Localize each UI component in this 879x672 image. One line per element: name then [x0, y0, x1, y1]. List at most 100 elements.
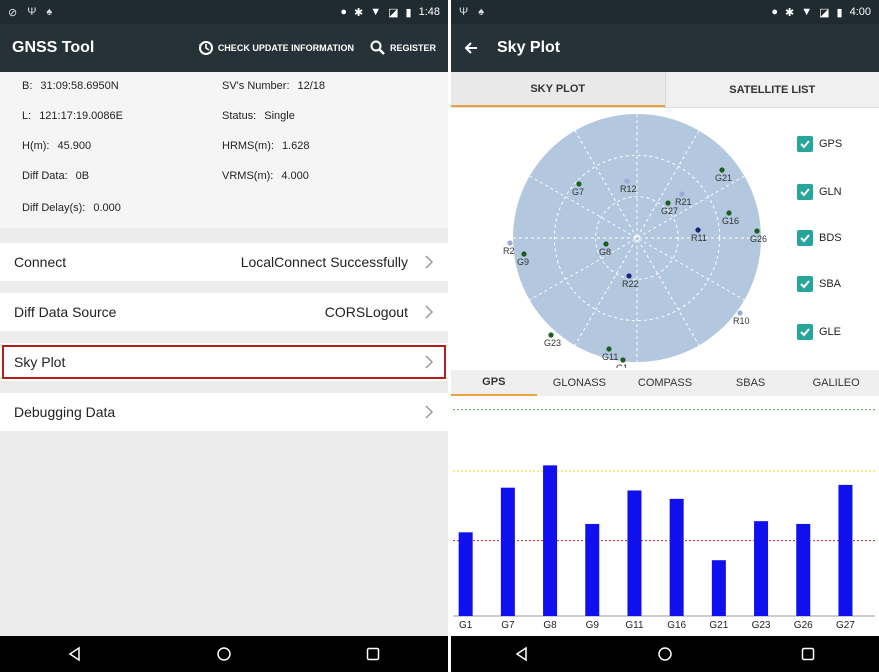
- bar-G11[interactable]: [627, 490, 642, 616]
- tab-sky-plot[interactable]: SKY PLOT: [451, 72, 665, 107]
- status-bar: Ψ ♠ ● ✱ ▼ ◪ ▮ 4:00: [451, 0, 879, 24]
- diff-delay: Diff Delay(s): 0.000: [22, 202, 121, 214]
- register-button[interactable]: REGISTER: [370, 40, 436, 56]
- satellite-marker-G9[interactable]: [521, 251, 527, 257]
- menu-item-sky-plot[interactable]: Sky Plot: [0, 343, 448, 381]
- bar-G8[interactable]: [543, 465, 558, 616]
- satellite-label-R22: R22: [622, 279, 639, 289]
- satellite-marker-R11[interactable]: [695, 227, 701, 233]
- wifi-icon: ▼: [370, 6, 382, 18]
- legend-sba[interactable]: SBA: [797, 276, 841, 292]
- satellite-label-G11: G11: [602, 352, 618, 362]
- tab-compass[interactable]: COMPASS: [622, 370, 708, 396]
- search-icon: [370, 40, 385, 55]
- satellite-label-G8: G8: [599, 247, 611, 257]
- checkbox-checked-icon: [797, 184, 813, 200]
- legend-gln[interactable]: GLN: [797, 184, 842, 200]
- legend-gps[interactable]: GPS: [797, 136, 842, 152]
- satellite-label-R2: R2: [503, 246, 515, 256]
- satellite-marker-G21[interactable]: [719, 167, 725, 173]
- hrms: HRMS(m): 1.628: [222, 140, 310, 152]
- notification-icon: ⊘: [8, 6, 18, 19]
- bar-G1[interactable]: [458, 532, 473, 616]
- chevron-right-icon: [425, 305, 434, 319]
- nav-bar: [451, 636, 879, 672]
- tab-gps[interactable]: GPS: [451, 370, 537, 396]
- back-icon[interactable]: [67, 646, 83, 662]
- clock: 4:00: [849, 6, 871, 18]
- screen-title: Sky Plot: [497, 39, 561, 56]
- bar-G26[interactable]: [796, 523, 811, 616]
- satellite-marker-G11[interactable]: [606, 346, 612, 352]
- back-arrow-icon[interactable]: [463, 40, 479, 56]
- recents-icon[interactable]: [800, 646, 816, 662]
- sky-plot: G7 R12 G21 R21 G27 G16 R11 G26 R2 G8 G9 R22 R10 G23 G1…: [451, 108, 879, 373]
- location-icon: ●: [771, 6, 778, 18]
- satellite-marker-G1[interactable]: [620, 357, 626, 363]
- satellite-label-G9: G9: [517, 257, 529, 267]
- satellite-marker-G7[interactable]: [576, 181, 582, 187]
- back-icon[interactable]: [514, 646, 530, 662]
- satellite-marker-G27[interactable]: [665, 200, 671, 206]
- battery-icon: ▮: [405, 6, 412, 19]
- tab-galileo[interactable]: GALILEO: [793, 370, 879, 396]
- satellite-label-G23: G23: [544, 338, 561, 348]
- signal-icon: ◪: [819, 6, 830, 19]
- satellite-marker-R2[interactable]: [507, 240, 513, 246]
- satellite-label-R11: R11: [691, 233, 707, 243]
- home-icon[interactable]: [216, 646, 232, 662]
- location-icon: ●: [340, 6, 347, 18]
- gnss-tool-screen: ⊘ Ψ ♠ ● ✱ ▼ ◪ ▮ 1:48 GNSS Tool CHECK UPD…: [0, 0, 448, 672]
- legend-gle[interactable]: GLE: [797, 324, 841, 340]
- fix-status: Status: Single: [222, 110, 295, 122]
- snr-chart-area: G1 G7 G8 G9 G11 G16 G21 G23 G26 G27: [451, 396, 879, 636]
- bar-G27[interactable]: [838, 484, 853, 616]
- usb-icon: Ψ: [459, 6, 469, 18]
- wifi-icon: ▼: [801, 6, 813, 18]
- home-icon[interactable]: [657, 646, 673, 662]
- recents-icon[interactable]: [365, 646, 381, 662]
- satellite-label-R12: R12: [620, 184, 637, 194]
- menu-item-connect[interactable]: Connect LocalConnect Successfully: [0, 243, 448, 281]
- app-bar: Sky Plot: [451, 24, 879, 72]
- legend-bds[interactable]: BDS: [797, 230, 842, 246]
- nav-bar: [0, 636, 448, 672]
- tick-label-G16: G16: [667, 620, 686, 631]
- satellite-label-G26: G26: [750, 234, 767, 244]
- tab-glonass[interactable]: GLONASS: [537, 370, 623, 396]
- satellite-marker-G23[interactable]: [548, 332, 554, 338]
- system-tabs: GPS GLONASS COMPASS SBAS GALILEO: [451, 370, 879, 396]
- tab-satellite-list[interactable]: SATELLITE LIST: [664, 72, 879, 107]
- satellite-marker-G26[interactable]: [754, 228, 760, 234]
- tick-label-G7: G7: [501, 620, 515, 631]
- debug-icon: ♠: [46, 5, 53, 18]
- satellite-label-G21: G21: [715, 173, 732, 183]
- bar-G23[interactable]: [754, 521, 769, 616]
- menu-item-debugging-data[interactable]: Debugging Data: [0, 393, 448, 431]
- checkbox-checked-icon: [797, 136, 813, 152]
- tab-sbas[interactable]: SBAS: [708, 370, 794, 396]
- chevron-right-icon: [425, 255, 434, 269]
- menu-item-diff-data-source[interactable]: Diff Data Source CORSLogout: [0, 293, 448, 331]
- bar-G16[interactable]: [669, 498, 684, 616]
- chevron-right-icon: [425, 405, 434, 419]
- checkbox-checked-icon: [797, 324, 813, 340]
- check-update-button[interactable]: CHECK UPDATE INFORMATION: [198, 40, 354, 56]
- satellite-marker-G16[interactable]: [726, 210, 732, 216]
- signal-icon: ◪: [388, 6, 399, 19]
- satellite-marker-R12[interactable]: [624, 178, 630, 184]
- snr-bar-chart: G1 G7 G8 G9 G11 G16 G21 G23 G26 G27: [453, 409, 875, 631]
- clock: 1:48: [418, 6, 440, 18]
- satellite-marker-G8[interactable]: [603, 241, 609, 247]
- tick-label-G1: G1: [459, 620, 473, 631]
- tick-label-G21: G21: [709, 620, 728, 631]
- bar-G7[interactable]: [500, 487, 515, 616]
- checkbox-checked-icon: [797, 230, 813, 246]
- satellite-marker-R10[interactable]: [737, 310, 743, 316]
- satellite-marker-R21[interactable]: [679, 191, 685, 197]
- satellite-label-G1: G1: [616, 363, 628, 368]
- satellite-marker-R22[interactable]: [626, 273, 632, 279]
- bar-G9[interactable]: [585, 523, 600, 616]
- bar-G21[interactable]: [711, 560, 726, 616]
- usb-icon: Ψ: [27, 5, 37, 18]
